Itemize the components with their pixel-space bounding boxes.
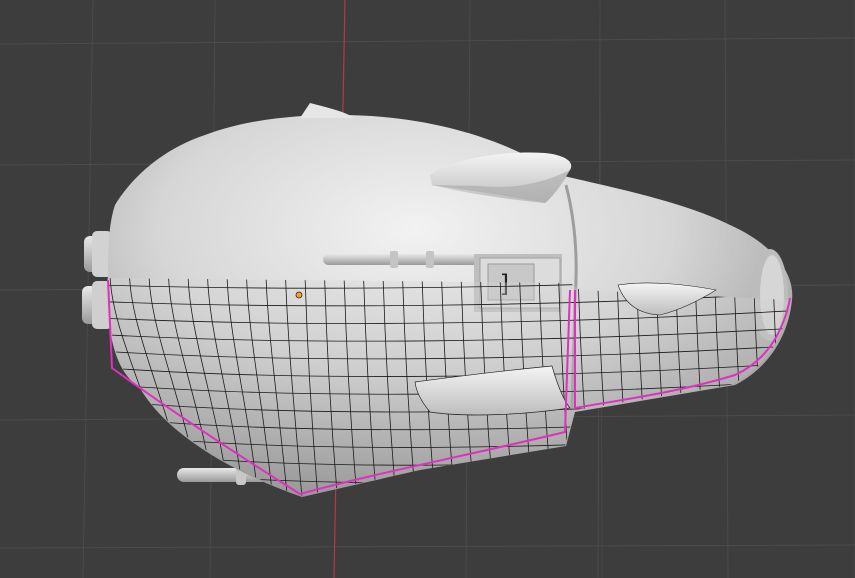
3d-viewport[interactable]: ] <box>0 0 855 578</box>
mesh-edge-ring <box>793 275 807 510</box>
object-origin[interactable] <box>295 291 303 299</box>
top-fin <box>300 103 355 118</box>
rear-nozzles <box>82 231 112 329</box>
viewport-canvas[interactable]: ] <box>0 0 855 578</box>
